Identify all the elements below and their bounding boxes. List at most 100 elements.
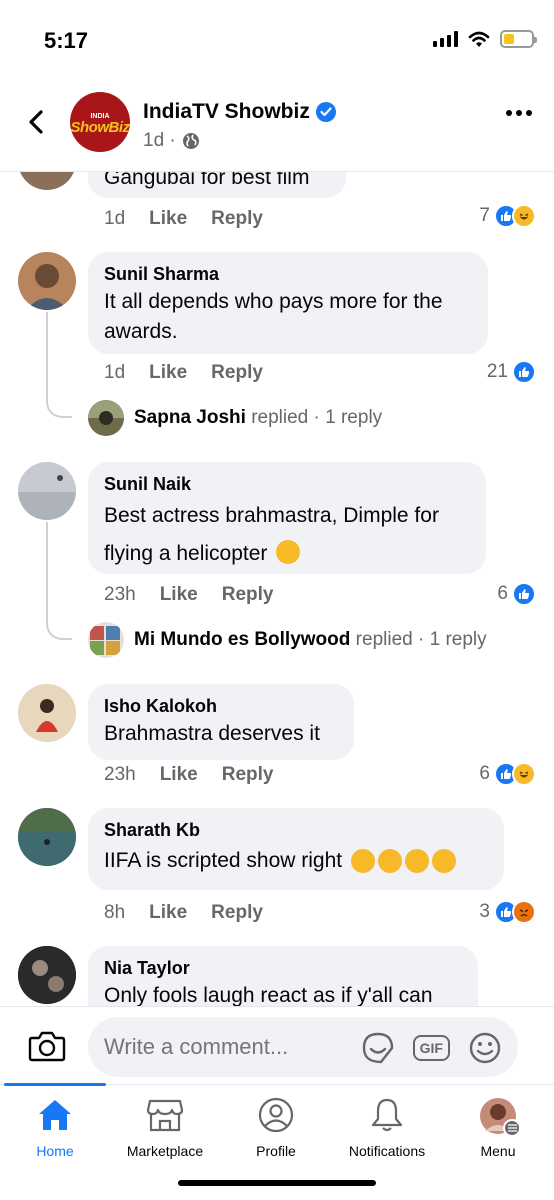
reply-thread-line [46, 522, 72, 640]
like-reaction-icon [512, 582, 536, 606]
bell-icon [371, 1098, 403, 1132]
cellular-signal-icon [433, 31, 458, 47]
reply-button[interactable]: Reply [211, 208, 263, 230]
commenter-name[interactable]: Nia Taylor [104, 958, 462, 979]
comment-bubble: Sharath Kb IIFA is scripted show right [88, 808, 504, 890]
comment-actions: 1d Like Reply [104, 208, 263, 230]
comment-composer: GIF [0, 1006, 554, 1086]
reply-button[interactable]: Reply [211, 362, 263, 384]
commenter-name[interactable]: Sunil Sharma [104, 264, 472, 285]
commenter-name[interactable]: Sunil Naik [104, 474, 470, 495]
view-replies-link[interactable]: Sapna Joshi replied · 1 reply [88, 400, 382, 436]
nav-notifications[interactable]: Notifications [332, 1097, 442, 1159]
gif-button[interactable]: GIF [412, 1035, 450, 1061]
post-header: INDIA ShowBiz IndiaTV Showbiz 1d · [0, 80, 554, 172]
nav-menu[interactable]: Menu [443, 1097, 553, 1159]
active-tab-indicator [4, 1083, 106, 1086]
sticker-icon[interactable] [361, 1031, 395, 1065]
page-avatar[interactable]: INDIA ShowBiz [70, 92, 130, 152]
like-button[interactable]: Like [160, 584, 198, 606]
nav-label-home: Home [36, 1143, 74, 1159]
like-button[interactable]: Like [149, 362, 187, 384]
reaction-summary[interactable]: 7 [479, 204, 536, 228]
comment-bubble: Sunil Naik Best actress brahmastra, Dimp… [88, 462, 486, 574]
chevron-left-icon [29, 110, 43, 134]
commenter-name[interactable]: Sharath Kb [104, 820, 488, 841]
comment-bubble: Nia Taylor Only fools laugh react as if … [88, 946, 478, 1006]
comment-text: IIFA is scripted show right [104, 843, 488, 879]
haha-reaction-icon [512, 204, 536, 228]
nav-marketplace[interactable]: Marketplace [110, 1097, 220, 1159]
commenter-avatar[interactable] [18, 462, 76, 520]
thinking-emoji-icon [350, 849, 375, 874]
replied-label: replied [355, 629, 413, 650]
reply-button[interactable]: Reply [211, 902, 263, 924]
comment-time: 23h [104, 584, 136, 605]
reply-count: · 1 reply [308, 407, 383, 428]
thinking-emoji-icon [377, 849, 402, 874]
like-reaction-icon [512, 360, 536, 384]
more-options-button[interactable] [506, 110, 532, 116]
comment-text-line: It all depends who pays more for the [104, 290, 443, 313]
nav-label-profile: Profile [256, 1143, 296, 1159]
nav-label-menu: Menu [480, 1143, 516, 1159]
reply-thread-line [46, 312, 72, 418]
wifi-icon [468, 31, 490, 47]
commenter-name[interactable]: Isho Kalokoh [104, 696, 338, 717]
home-icon [39, 1100, 71, 1130]
commenter-avatar[interactable] [18, 808, 76, 866]
reply-count: · 1 reply [412, 629, 487, 650]
reply-button[interactable]: Reply [222, 584, 274, 606]
comment-actions: 23h Like Reply [104, 764, 273, 786]
marketplace-icon [146, 1099, 184, 1132]
comment-bubble: Sunil Sharma It all depends who pays mor… [88, 252, 488, 354]
like-button[interactable]: Like [149, 208, 187, 230]
comment-text-line: Best actress brahmastra, Dimple for [104, 504, 439, 527]
emoji-icon[interactable] [468, 1031, 502, 1065]
reply-button[interactable]: Reply [222, 764, 274, 786]
haha-reaction-icon [512, 762, 536, 786]
commenter-avatar[interactable] [18, 252, 76, 310]
comment-time: 1d [104, 208, 126, 229]
verified-badge-icon [315, 102, 336, 122]
replier-avatar [88, 400, 124, 436]
comment-bubble: Gangubai for best film [88, 172, 346, 198]
back-button[interactable] [18, 104, 54, 140]
page-name[interactable]: IndiaTV Showbiz [143, 100, 310, 124]
reaction-count: 21 [486, 361, 508, 382]
status-bar: 5:17 [0, 0, 554, 80]
commenter-avatar[interactable] [18, 684, 76, 742]
post-meta: 1d · [143, 130, 200, 152]
reaction-count: 6 [497, 583, 508, 604]
status-icons [433, 30, 537, 48]
replied-label: replied [251, 407, 309, 428]
nav-home[interactable]: Home [0, 1097, 110, 1159]
commenter-avatar[interactable] [18, 946, 76, 1004]
nav-profile[interactable]: Profile [221, 1097, 331, 1159]
reaction-summary[interactable]: 6 [497, 582, 536, 606]
reaction-summary[interactable]: 21 [487, 360, 536, 384]
view-replies-link[interactable]: Mi Mundo es Bollywood replied · 1 reply [88, 622, 487, 658]
like-button[interactable]: Like [160, 764, 198, 786]
home-indicator [178, 1180, 376, 1186]
rofl-emoji-icon [431, 849, 456, 874]
comment-time: 1d [104, 362, 126, 383]
comment-time: 8h [104, 902, 126, 923]
comment-bubble: Isho Kalokoh Brahmastra deserves it [88, 684, 354, 760]
comment-actions: 1d Like Reply [104, 362, 263, 384]
replier-avatar [88, 622, 124, 658]
like-button[interactable]: Like [149, 902, 187, 924]
reaction-count: 3 [479, 901, 490, 922]
commenter-avatar[interactable] [18, 172, 76, 190]
comment-text: It all depends who pays more for the awa… [104, 287, 472, 347]
tears-of-joy-emoji-icon [276, 540, 301, 565]
comment-text: Gangubai for best film [104, 172, 310, 189]
comment-text: Brahmastra deserves it [104, 722, 320, 745]
reaction-count: 6 [479, 763, 490, 784]
nav-label-marketplace: Marketplace [126, 1143, 204, 1159]
comment-text: Only fools laugh react as if y'all can [104, 984, 433, 1006]
reaction-summary[interactable]: 3 [479, 900, 536, 924]
comment-text-line: IIFA is scripted show right [104, 849, 343, 872]
camera-button[interactable] [28, 1029, 66, 1065]
reaction-summary[interactable]: 6 [479, 762, 536, 786]
